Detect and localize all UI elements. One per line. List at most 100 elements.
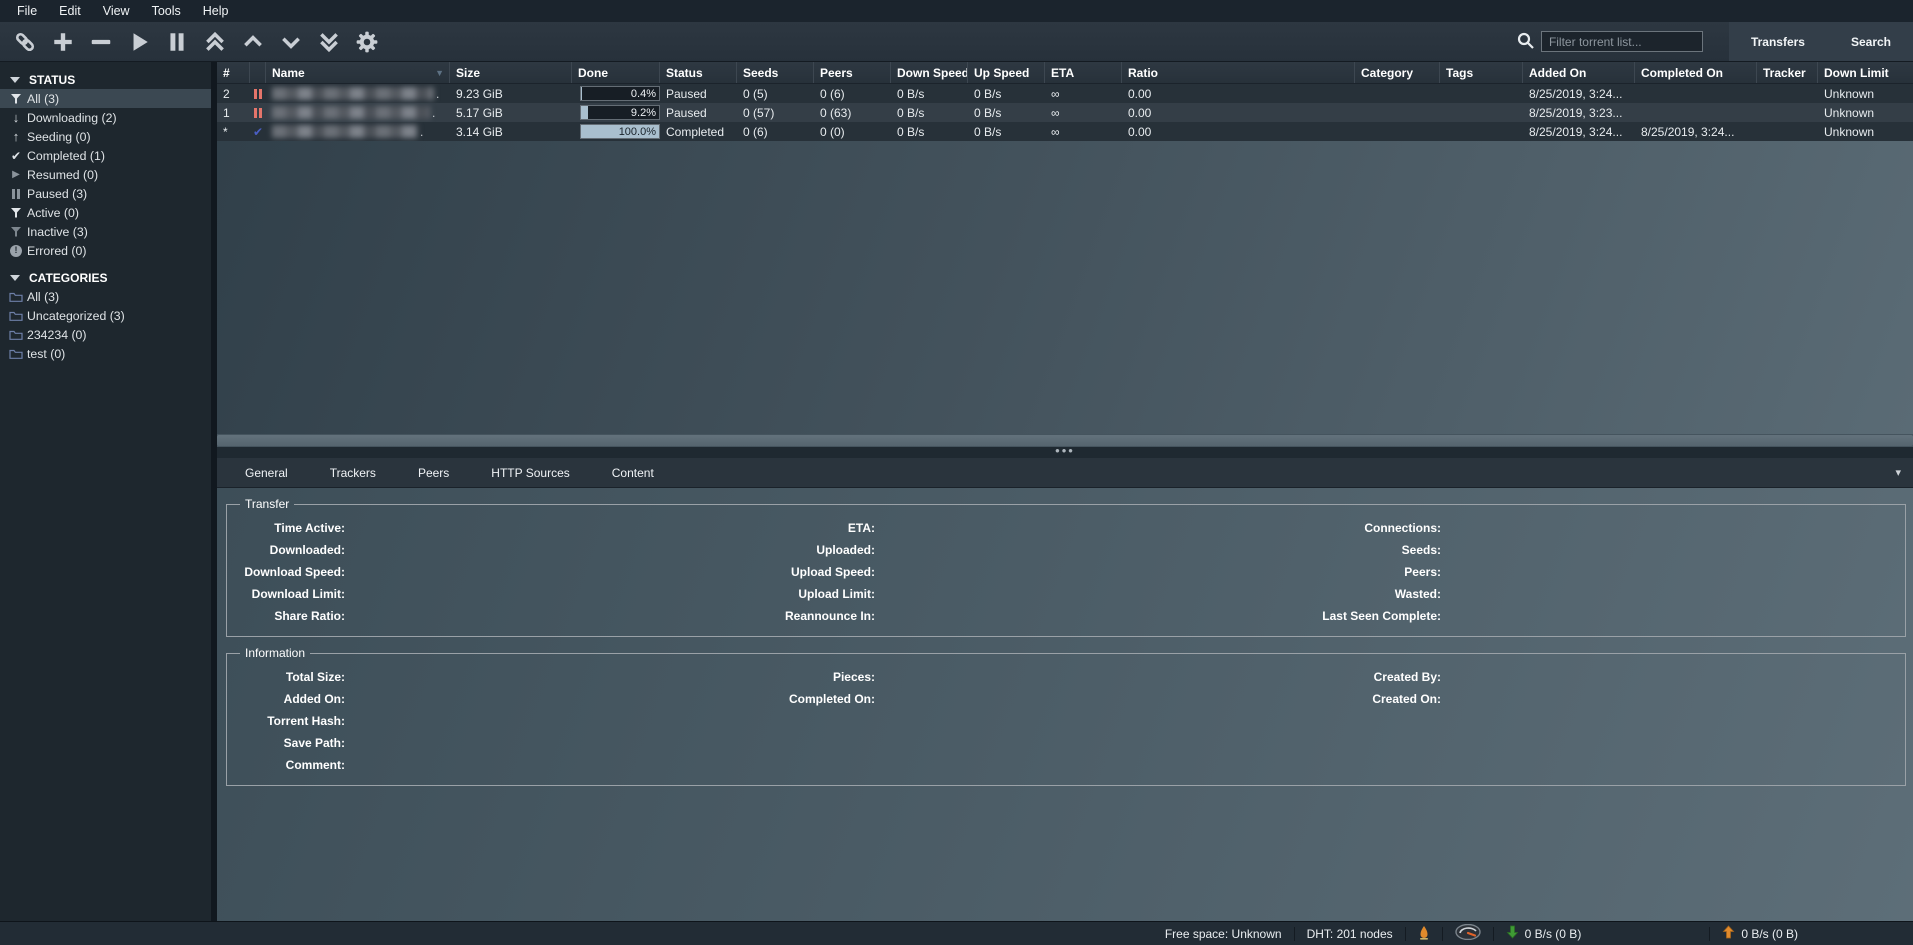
- comment-label: Comment:: [235, 758, 345, 772]
- menu-edit[interactable]: Edit: [48, 4, 92, 18]
- sidebar-item-resumed[interactable]: ▶ Resumed (0): [0, 165, 211, 184]
- connection-status-icon[interactable]: [1418, 925, 1430, 943]
- sort-descending-icon: ▼: [435, 69, 444, 78]
- move-down-icon[interactable]: [278, 29, 304, 55]
- sidebar-item-downloading[interactable]: ↓ Downloading (2): [0, 108, 211, 127]
- horizontal-scrollbar[interactable]: [217, 434, 1913, 447]
- alt-speed-limits-icon[interactable]: [1455, 924, 1481, 943]
- sidebar-item-paused[interactable]: Paused (3): [0, 184, 211, 203]
- menu-bar: File Edit View Tools Help: [0, 0, 1913, 22]
- column-header-size[interactable]: Size: [450, 62, 572, 83]
- sidebar-category-234234[interactable]: 234234 (0): [0, 325, 211, 344]
- progress-bar: 0.4%: [580, 86, 660, 101]
- column-header-status[interactable]: Status: [660, 62, 737, 83]
- folder-icon: [7, 348, 25, 359]
- scrollbar-thumb[interactable]: [217, 435, 1913, 446]
- created-by-label: Created By:: [1301, 670, 1441, 684]
- menu-view[interactable]: View: [92, 4, 141, 18]
- column-header-down-speed[interactable]: Down Speed: [891, 62, 968, 83]
- sidebar-category-uncategorized[interactable]: Uncategorized (3): [0, 306, 211, 325]
- add-torrent-link-icon[interactable]: [12, 29, 38, 55]
- tab-peers[interactable]: Peers: [412, 463, 455, 483]
- categories-section-header[interactable]: CATEGORIES: [0, 268, 211, 287]
- sidebar-item-errored[interactable]: ! Errored (0): [0, 241, 211, 260]
- move-up-icon[interactable]: [240, 29, 266, 55]
- wasted-label: Wasted:: [1301, 587, 1441, 601]
- column-header-down-limit[interactable]: Down Limit: [1818, 62, 1913, 83]
- sidebar-item-all[interactable]: All (3): [0, 89, 211, 108]
- sidebar-item-active[interactable]: Active (0): [0, 203, 211, 222]
- created-on-label: Created On:: [1301, 692, 1441, 706]
- column-header-seeds[interactable]: Seeds: [737, 62, 814, 83]
- menu-tools[interactable]: Tools: [141, 4, 192, 18]
- play-icon: ▶: [7, 170, 25, 180]
- column-header-eta[interactable]: ETA: [1045, 62, 1122, 83]
- move-top-icon[interactable]: [202, 29, 228, 55]
- tab-general[interactable]: General: [239, 463, 294, 483]
- eta-label: ETA:: [765, 521, 875, 535]
- column-header-state-icon[interactable]: [250, 62, 266, 83]
- time-active-label: Time Active:: [235, 521, 345, 535]
- sidebar-item-completed[interactable]: ✔ Completed (1): [0, 146, 211, 165]
- torrent-name-redacted: .: [266, 103, 450, 122]
- menu-file[interactable]: File: [6, 4, 48, 18]
- dht-nodes-status: DHT: 201 nodes: [1307, 927, 1393, 941]
- status-section-header[interactable]: STATUS: [0, 70, 211, 89]
- sidebar-category-test[interactable]: test (0): [0, 344, 211, 363]
- options-gear-icon[interactable]: [354, 29, 380, 55]
- tab-transfers[interactable]: Transfers: [1751, 35, 1805, 49]
- funnel-icon: [7, 93, 25, 105]
- column-header-up-speed[interactable]: Up Speed: [968, 62, 1045, 83]
- chevron-down-icon[interactable]: ▾: [1895, 466, 1901, 479]
- torrent-row[interactable]: * ✔ . 3.14 GiB 100.0% Completed 0 (6) 0 …: [217, 122, 1913, 141]
- paused-state-icon: [250, 103, 266, 122]
- reannounce-in-label: Reannounce In:: [765, 609, 875, 623]
- sidebar-category-all[interactable]: All (3): [0, 287, 211, 306]
- up-arrow-icon: ↑: [7, 130, 25, 143]
- resume-icon[interactable]: [126, 29, 152, 55]
- column-header-added-on[interactable]: Added On: [1523, 62, 1635, 83]
- panel-splitter-handle[interactable]: •••: [217, 447, 1913, 458]
- collapse-triangle-icon: [10, 77, 20, 83]
- progress-bar: 9.2%: [580, 105, 660, 120]
- column-header-done[interactable]: Done: [572, 62, 660, 83]
- column-header-category[interactable]: Category: [1355, 62, 1440, 83]
- progress-cell: 0.4%: [572, 84, 660, 103]
- tab-content[interactable]: Content: [606, 463, 660, 483]
- completed-check-icon: ✔: [250, 122, 266, 141]
- seeds-label: Seeds:: [1301, 543, 1441, 557]
- transfer-legend: Transfer: [240, 497, 294, 511]
- menu-help[interactable]: Help: [192, 4, 240, 18]
- column-header-tags[interactable]: Tags: [1440, 62, 1523, 83]
- torrent-row[interactable]: 1 . 5.17 GiB 9.2% Paused 0 (57) 0 (63) 0…: [217, 103, 1913, 122]
- column-header-completed-on[interactable]: Completed On: [1635, 62, 1757, 83]
- torrent-hash-label: Torrent Hash:: [235, 714, 345, 728]
- added-on-label: Added On:: [235, 692, 345, 706]
- general-panel: Transfer Time Active: ETA: Connections: …: [217, 488, 1913, 921]
- column-header-name[interactable]: Name▼: [266, 62, 450, 83]
- torrent-row[interactable]: 2 . 9.23 GiB 0.4% Paused 0 (5) 0 (6) 0 B…: [217, 84, 1913, 103]
- column-header-ratio[interactable]: Ratio: [1122, 62, 1355, 83]
- filter-torrent-input[interactable]: [1541, 31, 1703, 52]
- completed-on-label: Completed On:: [765, 692, 875, 706]
- pause-icon[interactable]: [164, 29, 190, 55]
- information-fieldset: Information Total Size: Pieces: Created …: [226, 646, 1906, 786]
- sidebar-item-inactive[interactable]: Inactive (3): [0, 222, 211, 241]
- move-bottom-icon[interactable]: [316, 29, 342, 55]
- tab-http-sources[interactable]: HTTP Sources: [485, 463, 575, 483]
- collapse-triangle-icon: [10, 275, 20, 281]
- delete-torrent-icon[interactable]: [88, 29, 114, 55]
- download-speed-status: 0 B/s (0 B): [1506, 925, 1582, 942]
- sidebar-item-seeding[interactable]: ↑ Seeding (0): [0, 127, 211, 146]
- pieces-label: Pieces:: [765, 670, 875, 684]
- progress-cell: 9.2%: [572, 103, 660, 122]
- search-icon: [1517, 32, 1541, 52]
- tab-search[interactable]: Search: [1851, 35, 1891, 49]
- tab-trackers[interactable]: Trackers: [324, 463, 382, 483]
- column-header-peers[interactable]: Peers: [814, 62, 891, 83]
- column-header-number[interactable]: #: [217, 62, 250, 83]
- column-header-tracker[interactable]: Tracker: [1757, 62, 1818, 83]
- progress-cell: 100.0%: [572, 122, 660, 141]
- add-torrent-file-icon[interactable]: [50, 29, 76, 55]
- sidebar: STATUS All (3) ↓ Downloading (2) ↑ Seedi…: [0, 62, 211, 921]
